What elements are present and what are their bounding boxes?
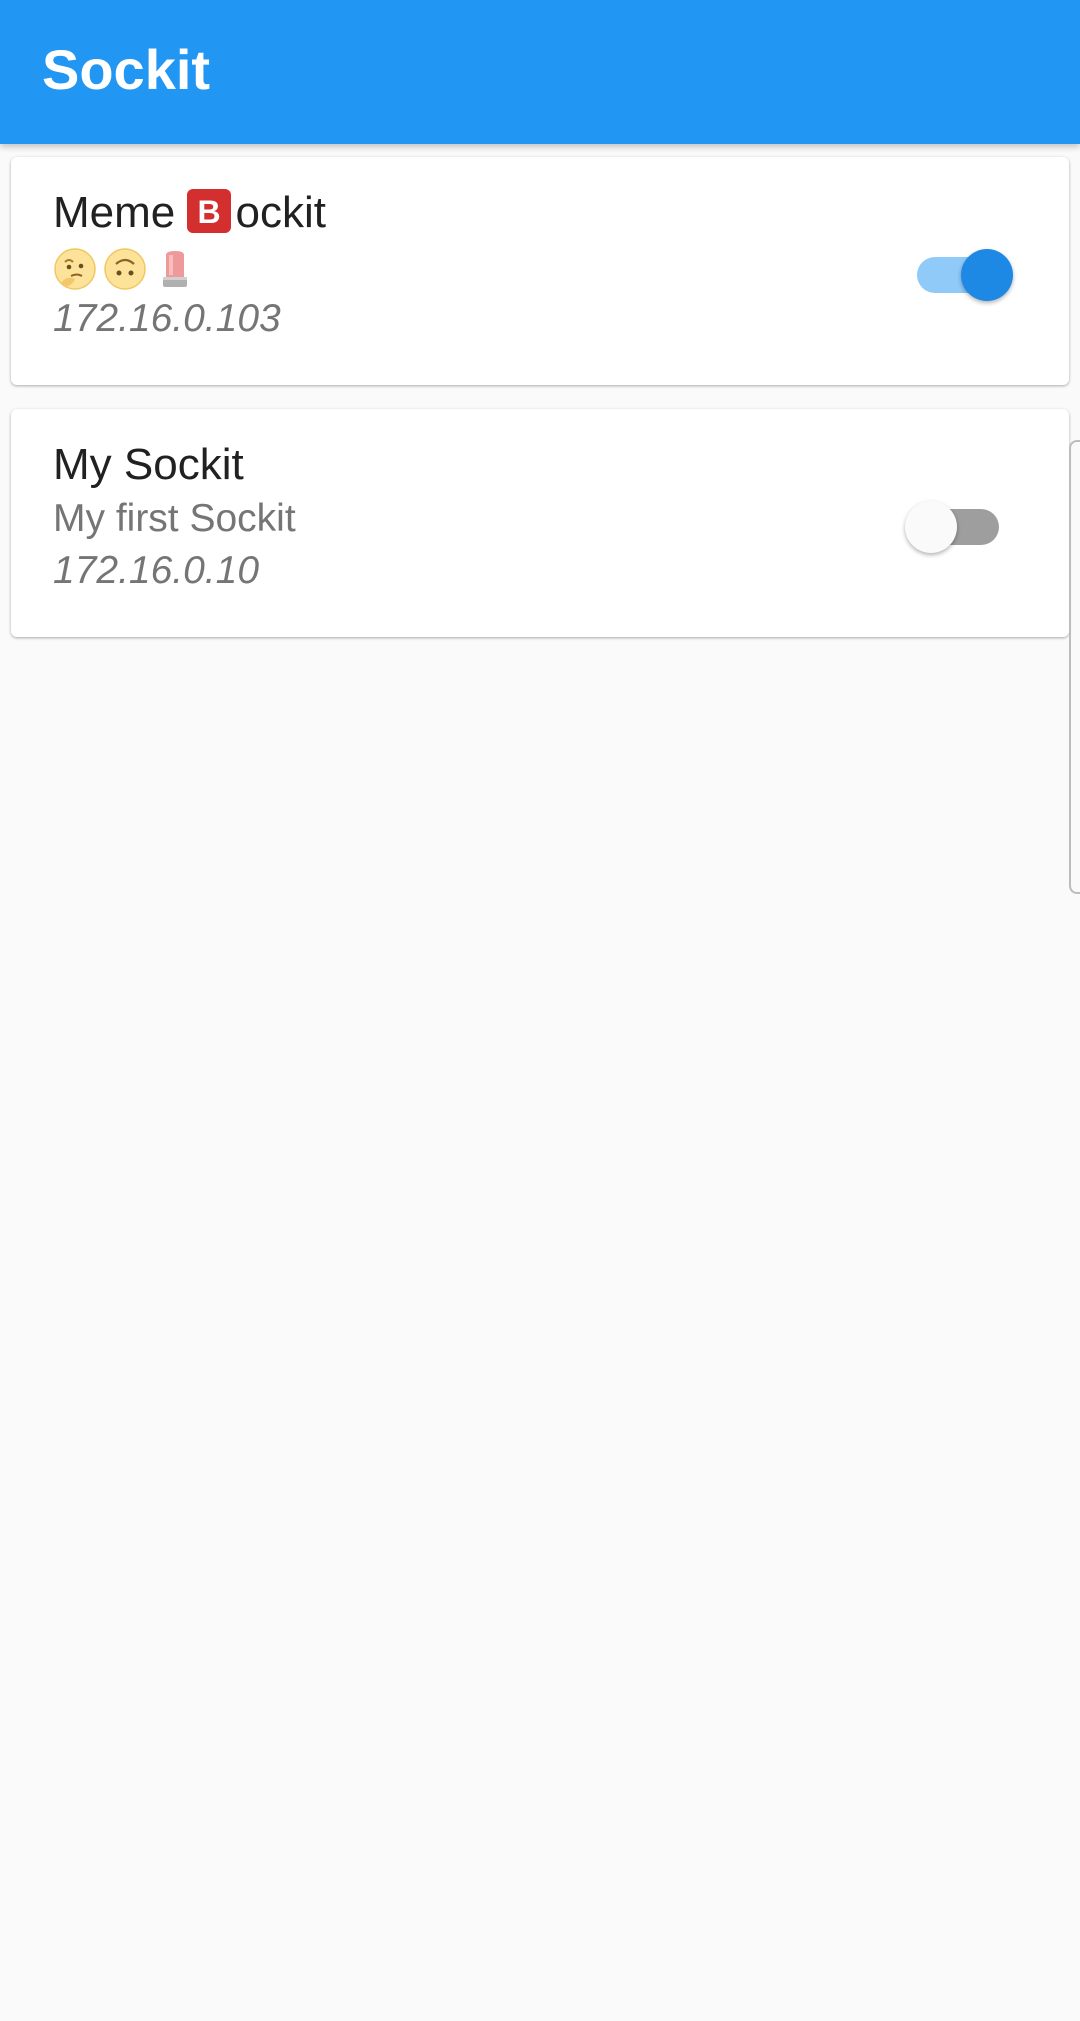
sockit-card[interactable]: My Sockit My first Sockit 172.16.0.10 [11,409,1069,637]
toggle-thumb [961,249,1013,301]
app-title: Sockit [42,38,211,101]
sockit-ip: 172.16.0.10 [53,549,260,592]
upside-down-face-icon [104,248,146,290]
sockit-power-toggle[interactable] [911,241,1013,301]
sockit-ip: 172.16.0.103 [53,297,281,340]
sockit-title: Meme B ockit [53,185,326,241]
b-glyph-letter: B [198,194,221,230]
sockit-title: My Sockit [53,440,244,489]
sockit-card[interactable]: Meme B ockit 172.16.0.103 [11,157,1069,385]
police-light-icon [163,251,187,287]
thinking-face-icon [54,248,96,290]
toggle-thumb [905,501,957,553]
sockit-subtitle-emojis [53,245,197,293]
b-button-emoji-icon: B [187,189,232,233]
app-bar: Sockit [0,0,1080,144]
sockit-title-prefix: Meme [53,188,188,237]
sockit-subtitle: My first Sockit [53,497,296,540]
sockit-power-toggle[interactable] [905,493,1011,553]
sockit-title-suffix: ockit [235,188,326,237]
edge-panel-handle[interactable] [1069,440,1080,894]
